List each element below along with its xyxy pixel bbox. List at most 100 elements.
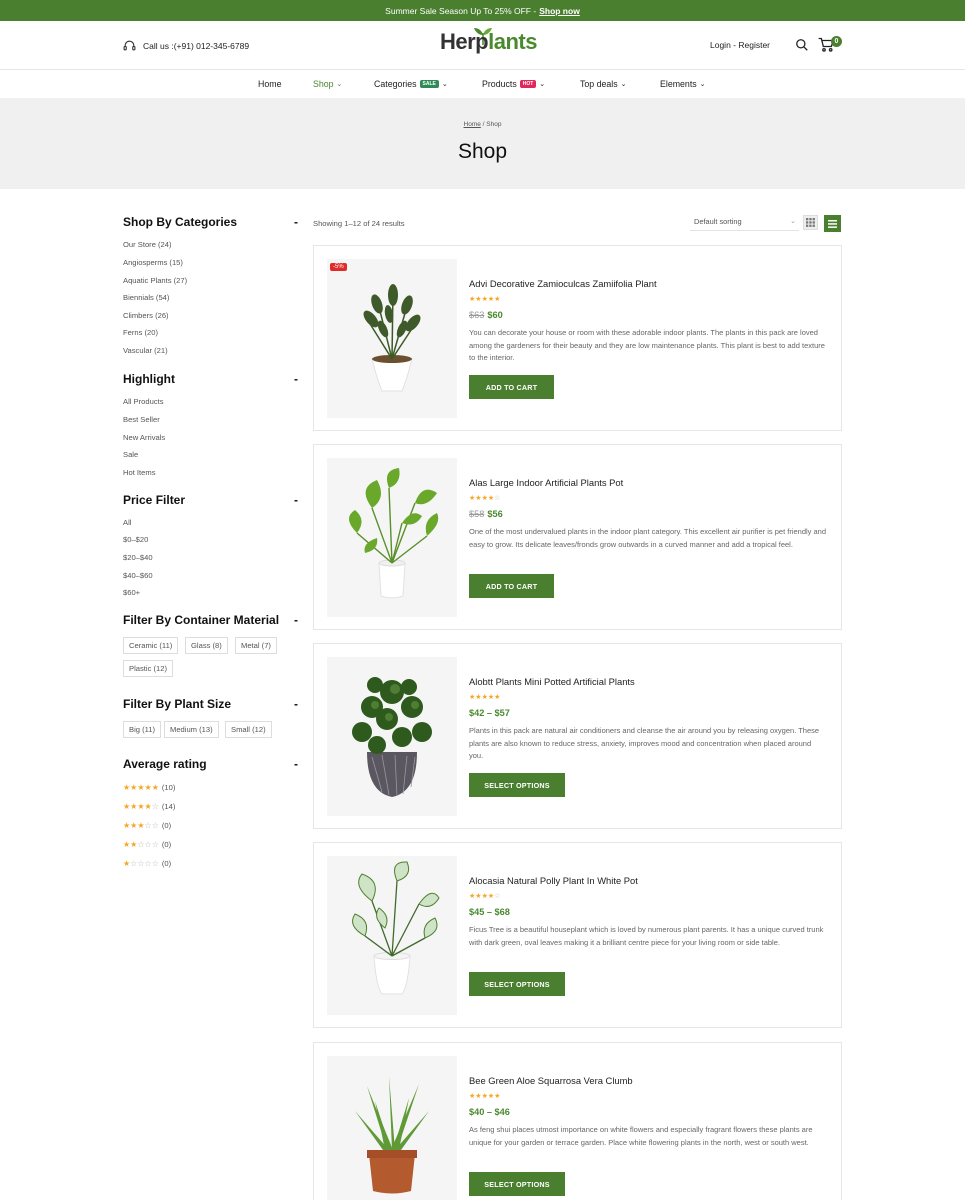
material-filter-header[interactable]: Filter By Container Material - [123,613,298,627]
star-filled-icon: ★ [137,821,145,830]
star-rating: ★★★★★ [469,295,500,303]
nav-top-deals[interactable]: Top deals ⌄ [580,79,627,89]
material-chip[interactable]: Glass (8) [185,637,228,654]
categories-header[interactable]: Shop By Categories - [123,215,298,229]
list-view-button[interactable] [824,215,841,232]
product-description: Plants in this pack are natural air cond… [469,726,820,761]
highlight-item[interactable]: Best Seller [123,415,160,424]
star-empty-icon: ☆ [151,802,159,811]
star-rating: ★★★★☆ [469,494,500,502]
add-to-cart-button[interactable]: ADD TO CART [469,574,554,598]
price-filter-header[interactable]: Price Filter - [123,493,298,507]
category-item[interactable]: Our Store (24) [123,240,172,249]
product-name[interactable]: Advi Decorative Zamioculcas Zamiifolia P… [469,278,657,289]
rating-filter-header[interactable]: Average rating - [123,757,298,771]
rating-row[interactable]: ★☆☆☆☆ (0) [123,859,171,868]
size-chip[interactable]: Big (11) [123,721,162,738]
material-chip[interactable]: Ceramic (11) [123,637,179,654]
price-filter-item[interactable]: $20–$40 [123,553,153,562]
collapse-icon[interactable]: - [294,613,298,627]
highlight-item[interactable]: Hot Items [123,468,156,477]
product-image[interactable] [327,856,457,1015]
chevron-down-icon: ⌄ [539,81,546,88]
collapse-icon[interactable]: - [294,215,298,229]
price-filter-item[interactable]: $40–$60 [123,571,153,580]
size-filter-section: Filter By Plant Size - Big (11) Medium (… [123,697,298,738]
star-empty-icon: ☆ [144,821,152,830]
product-name[interactable]: Bee Green Aloe Squarrosa Vera Clumb [469,1075,633,1086]
star-empty-icon: ☆ [144,840,152,849]
rating-row[interactable]: ★★★★★ (10) [123,783,175,792]
promo-text: Summer Sale Season Up To 25% OFF - [385,5,537,16]
highlight-item[interactable]: All Products [123,397,164,406]
category-item[interactable]: Climbers (26) [123,311,169,320]
rating-filter-title: Average rating [123,757,207,771]
add-to-cart-button[interactable]: ADD TO CART [469,375,554,399]
highlight-header[interactable]: Highlight - [123,372,298,386]
rating-row[interactable]: ★★☆☆☆ (0) [123,840,171,849]
highlight-item[interactable]: New Arrivals [123,433,165,442]
logo-text-a: Herp [440,29,489,54]
site-header: Call us :(+91) 012-345-6789 Herplants Lo… [0,21,965,70]
chevron-down-icon: ⌄ [790,218,796,225]
product-name[interactable]: Alocasia Natural Polly Plant In White Po… [469,875,638,886]
category-item[interactable]: Angiosperms (15) [123,258,183,267]
shop-now-link[interactable]: Shop now [539,6,580,16]
breadcrumb-home[interactable]: Home [464,121,481,128]
price-filter-section: Price Filter - All $0–$20 $20–$40 $40–$6… [123,493,298,597]
call-us-text: Call us :(+91) 012-345-6789 [143,40,250,51]
collapse-icon[interactable]: - [294,372,298,386]
collapse-icon[interactable]: - [294,757,298,771]
sort-select[interactable]: Default sorting ⌄ [690,214,799,231]
product-image[interactable]: -5% [327,259,457,418]
categories-section: Shop By Categories - Our Store (24) Angi… [123,215,298,355]
price-filter-item[interactable]: $60+ [123,588,140,597]
rating-row[interactable]: ★★★☆☆ (0) [123,821,171,830]
rating-row[interactable]: ★★★★☆ (14) [123,802,175,811]
login-register-link[interactable]: Login - Register [710,40,770,50]
size-chip[interactable]: Medium (13) [164,721,219,738]
material-chip[interactable]: Plastic (12) [123,660,173,677]
promo-bar: Summer Sale Season Up To 25% OFF - Shop … [0,0,965,21]
category-item[interactable]: Aquatic Plants (27) [123,276,187,285]
category-item[interactable]: Ferns (20) [123,328,158,337]
star-empty-icon: ☆ [494,495,501,502]
product-name[interactable]: Alobtt Plants Mini Potted Artificial Pla… [469,676,635,687]
chevron-down-icon: ⌄ [699,81,706,88]
select-options-button[interactable]: SELECT OPTIONS [469,1172,565,1196]
category-item[interactable]: Vascular (21) [123,346,168,355]
collapse-icon[interactable]: - [294,493,298,507]
price-filter-item[interactable]: All [123,518,131,527]
nav-products[interactable]: Products HOT ⌄ [482,79,545,89]
select-options-button[interactable]: SELECT OPTIONS [469,773,565,797]
size-filter-header[interactable]: Filter By Plant Size - [123,697,298,711]
highlight-item[interactable]: Sale [123,450,138,459]
size-chip[interactable]: Small (12) [225,721,272,738]
price-filter-title: Price Filter [123,493,186,507]
category-item[interactable]: Biennials (54) [123,293,169,302]
nav-home[interactable]: Home [258,79,281,89]
star-rating: ★★★★★ [469,1092,500,1100]
results-count: Showing 1–12 of 24 results [313,219,405,228]
nav-categories[interactable]: Categories SALE ⌄ [374,79,448,89]
product-image[interactable] [327,1056,457,1200]
star-rating: ★★★★★ [469,693,500,701]
star-filled-icon: ★ [137,783,145,792]
product-image[interactable] [327,458,457,617]
collapse-icon[interactable]: - [294,697,298,711]
price-filter-item[interactable]: $0–$20 [123,535,148,544]
site-logo[interactable]: Herplants [440,29,537,55]
material-chip[interactable]: Metal (7) [235,637,277,654]
search-icon[interactable] [795,38,809,52]
current-price: $40 – $46 [469,1107,510,1117]
nav-elements[interactable]: Elements ⌄ [660,79,706,89]
material-filter-section: Filter By Container Material - Ceramic (… [123,613,298,677]
nav-shop[interactable]: Shop ⌄ [313,79,342,89]
product-image[interactable] [327,657,457,816]
size-filter-title: Filter By Plant Size [123,697,232,711]
grid-view-button[interactable] [803,215,818,230]
rating-count: (10) [161,783,176,792]
star-empty-icon: ☆ [151,859,159,868]
product-name[interactable]: Alas Large Indoor Artificial Plants Pot [469,477,623,488]
select-options-button[interactable]: SELECT OPTIONS [469,972,565,996]
